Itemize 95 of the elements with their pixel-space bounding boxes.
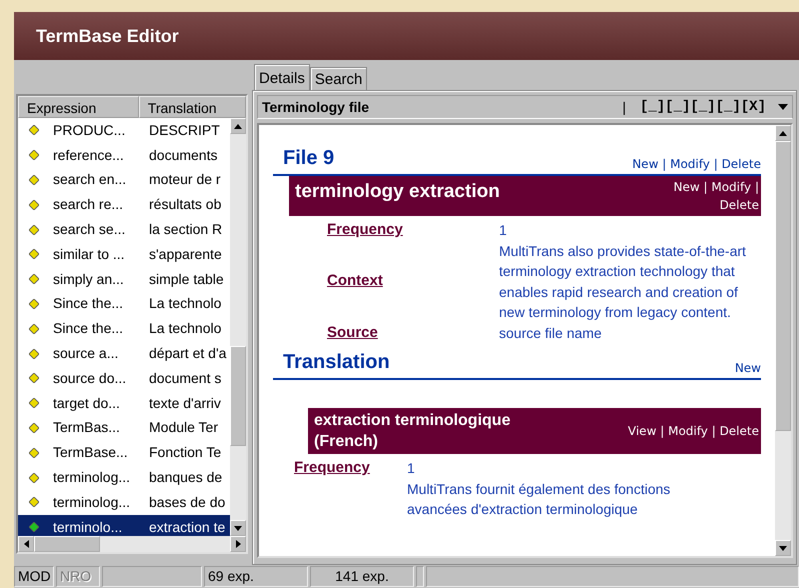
- list-row[interactable]: terminolo... extraction te: [18, 514, 230, 536]
- diamond-icon: [29, 174, 39, 185]
- separator: |: [714, 157, 718, 171]
- section-heading: File 9: [283, 146, 334, 171]
- arrow-icon: [779, 130, 787, 136]
- scroll-down-button[interactable]: [230, 520, 246, 536]
- arrow-icon: [24, 540, 28, 548]
- list-row[interactable]: similar to ... s'apparente: [18, 242, 230, 267]
- diamond-icon: [29, 324, 39, 334]
- column-header[interactable]: Expression: [18, 96, 139, 118]
- diamond-icon: [29, 472, 39, 483]
- tab[interactable]: Search: [310, 67, 368, 90]
- scroll-left-button[interactable]: [18, 536, 34, 552]
- status-panel: 141 exp.: [310, 566, 414, 587]
- scroll-thumb[interactable]: [34, 536, 100, 552]
- diamond-icon: [29, 298, 39, 309]
- diamond-icon: [29, 150, 39, 160]
- pane-buttons[interactable]: [_][_][_][_][X]: [640, 96, 766, 118]
- section-heading: Translation: [283, 350, 390, 375]
- scroll-up-button[interactable]: [775, 125, 791, 141]
- scroll-thumb[interactable]: [230, 346, 246, 446]
- list-row[interactable]: Since the... La technolo: [18, 292, 230, 316]
- action-link[interactable]: Modify: [670, 157, 710, 171]
- list-row[interactable]: terminolog... bases de do: [18, 490, 230, 515]
- horizontal-scrollbar[interactable]: [18, 536, 246, 552]
- separator: |: [754, 180, 759, 194]
- field-label[interactable]: Context: [327, 271, 499, 292]
- list-row[interactable]: Since the... La technolo: [18, 316, 230, 342]
- vertical-scrollbar[interactable]: [775, 125, 791, 556]
- vertical-scrollbar[interactable]: [230, 118, 246, 536]
- diamond-icon: [29, 125, 39, 136]
- column-header[interactable]: Translation: [138, 96, 246, 118]
- list-row[interactable]: PRODUC... DESCRIPT: [18, 118, 230, 143]
- field-value: 1: [499, 221, 508, 240]
- separator: |: [703, 180, 708, 194]
- list-row[interactable]: source do... document s: [18, 366, 230, 391]
- arrow-icon: [234, 124, 242, 128]
- term-title: terminology extraction: [295, 180, 500, 204]
- separator: |: [660, 424, 664, 438]
- status-panel: NRO: [56, 566, 100, 587]
- diamond-icon: [29, 348, 39, 359]
- separator: |: [712, 424, 716, 438]
- dropdown-arrow-icon[interactable]: [778, 104, 788, 110]
- status-panel: MOD: [14, 566, 54, 587]
- list-row[interactable]: search se... la section R: [18, 217, 230, 242]
- list-row[interactable]: TermBas... Module Ter: [18, 416, 230, 440]
- list-row[interactable]: terminolog... banques de: [18, 465, 230, 490]
- field-value: 1: [407, 459, 416, 478]
- diamond-icon: [29, 398, 39, 408]
- diamond-icon: [29, 448, 39, 458]
- diamond-icon: [29, 200, 39, 210]
- list-row[interactable]: TermBase... Fonction Te: [18, 440, 230, 466]
- field-label[interactable]: Frequency: [294, 458, 407, 478]
- diamond-icon: [29, 224, 39, 235]
- scroll-thumb[interactable]: [775, 141, 791, 431]
- action-link[interactable]: New: [673, 180, 700, 194]
- list-row[interactable]: reference... documents: [18, 142, 230, 168]
- action-link[interactable]: Modify: [668, 424, 708, 438]
- status-panel: 69 exp.: [204, 566, 308, 587]
- window-title: TermBase Editor: [36, 24, 179, 48]
- separator: |: [622, 98, 626, 117]
- panel-title: Terminology file: [262, 98, 370, 117]
- field-label[interactable]: Frequency: [327, 220, 499, 240]
- list-row[interactable]: target do... texte d'arriv: [18, 390, 230, 416]
- list-row[interactable]: search re... résultats ob: [18, 192, 230, 218]
- diamond-icon: [29, 373, 39, 384]
- diamond-icon: [29, 274, 39, 284]
- action-link[interactable]: New: [734, 361, 761, 375]
- arrow-icon: [779, 546, 787, 550]
- action-link[interactable]: Delete: [722, 157, 761, 171]
- action-link[interactable]: Delete: [720, 198, 759, 212]
- list-row[interactable]: simply an... simple table: [18, 266, 230, 292]
- field-label[interactable]: Source: [327, 322, 499, 343]
- scroll-up-button[interactable]: [230, 118, 246, 134]
- diamond-icon: [29, 422, 39, 433]
- diamond-icon: [29, 497, 39, 508]
- diamond-icon: [29, 249, 39, 260]
- scroll-right-button[interactable]: [230, 536, 246, 552]
- arrow-icon: [234, 526, 242, 530]
- action-link[interactable]: Delete: [720, 424, 759, 438]
- field-value: MultiTrans also provides state-of-the-art terminology extraction technology that enables rapid research and creation of new terminology from legacy content.: [499, 242, 747, 322]
- field-value: source file name: [499, 324, 603, 342]
- field-value: MultiTrans fournit également des fonctions avancées d'extraction terminologique: [407, 480, 672, 519]
- arrow-icon: [236, 540, 240, 548]
- status-panel: [416, 566, 424, 587]
- action-link[interactable]: View: [628, 424, 656, 438]
- separator: |: [662, 157, 666, 171]
- translation-title: extraction terminologique (French): [314, 411, 512, 452]
- tab[interactable]: Details: [254, 64, 310, 90]
- list-row[interactable]: search en... moteur de r: [18, 168, 230, 192]
- list-row[interactable]: source a... départ et d'a: [18, 341, 230, 366]
- scroll-down-button[interactable]: [775, 540, 791, 556]
- action-link[interactable]: New: [632, 157, 658, 171]
- diamond-icon: [29, 522, 39, 532]
- action-link[interactable]: Modify: [711, 180, 752, 194]
